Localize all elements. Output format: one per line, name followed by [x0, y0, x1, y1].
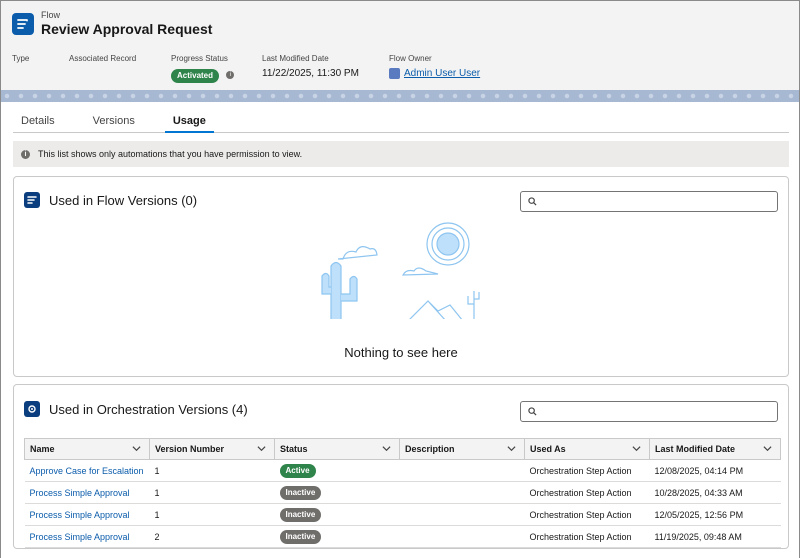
status-badge: Inactive: [279, 529, 322, 544]
empty-state-illustration: [321, 222, 480, 319]
last-modified-value: 11/22/2025, 11:30 PM: [262, 68, 359, 79]
used-as-cell: Orchestration Step Action: [524, 525, 650, 548]
record-header: Flow Review Approval Request Type Associ…: [1, 1, 799, 91]
info-banner: i This list shows only automations that …: [13, 141, 789, 167]
page-title: Review Approval Request: [41, 21, 213, 37]
tab-details[interactable]: Details: [13, 109, 63, 133]
flow-icon: [12, 12, 34, 35]
record-title-block: Flow Review Approval Request: [12, 10, 212, 37]
record-tabs: Details Versions Usage: [13, 109, 789, 133]
flow-owner-field: Flow Owner Admin User User: [389, 53, 509, 83]
orchestration-search-input[interactable]: [542, 406, 762, 417]
object-type-label: Flow: [41, 10, 61, 20]
flow-icon: [24, 192, 40, 208]
description-cell: [399, 525, 525, 548]
table-row: Approve Case for Escalation 1 Active Orc…: [24, 459, 781, 482]
chevron-down-icon[interactable]: [763, 444, 772, 455]
last-modified-label: Last Modified Date: [262, 54, 329, 63]
type-label: Type: [12, 54, 30, 63]
status-badge: Inactive: [279, 485, 322, 500]
flow-versions-search[interactable]: [520, 191, 778, 212]
version-number-cell: 1: [149, 481, 275, 504]
orchestration-versions-header: Used in Orchestration Versions (4): [24, 401, 248, 417]
search-icon: [528, 407, 537, 416]
chevron-down-icon[interactable]: [257, 444, 266, 455]
highlights-panel: Type Associated Record Progress Status A…: [12, 53, 509, 83]
last-modified-cell: 12/05/2025, 12:56 PM: [649, 503, 781, 526]
flow-owner-link[interactable]: Admin User User: [404, 68, 480, 79]
used-as-cell: Orchestration Step Action: [524, 459, 650, 482]
column-header-used-as[interactable]: Used As: [524, 438, 650, 460]
info-icon[interactable]: i: [226, 70, 235, 79]
column-header-description[interactable]: Description: [399, 438, 525, 460]
description-cell: [399, 481, 525, 504]
version-number-cell: 1: [149, 503, 275, 526]
orchestration-versions-card: Used in Orchestration Versions (4) Name …: [13, 384, 789, 549]
description-cell: [399, 503, 525, 526]
orchestration-name-link[interactable]: Approve Case for Escalation: [30, 466, 144, 476]
orchestration-search[interactable]: [520, 401, 778, 422]
progress-status-badge: Activated: [171, 69, 220, 83]
tab-usage[interactable]: Usage: [164, 109, 214, 133]
header-pattern-band: [1, 90, 799, 102]
orchestration-table: Name Version Number Status Description U…: [24, 438, 781, 548]
orchestration-name-link[interactable]: Process Simple Approval: [30, 532, 130, 542]
chevron-down-icon[interactable]: [132, 444, 141, 455]
progress-status-field: Progress Status Activated i: [171, 53, 262, 83]
column-header-name[interactable]: Name: [24, 438, 150, 460]
description-cell: [399, 459, 525, 482]
column-header-last-modified[interactable]: Last Modified Date: [649, 438, 781, 460]
chevron-down-icon[interactable]: [382, 444, 391, 455]
table-row: Process Simple Approval 1 Inactive Orche…: [24, 503, 781, 526]
status-badge: Inactive: [279, 507, 322, 522]
used-as-cell: Orchestration Step Action: [524, 503, 650, 526]
status-badge: Active: [279, 463, 316, 478]
table-row: Process Simple Approval 1 Inactive Orche…: [24, 481, 781, 504]
chevron-down-icon[interactable]: [632, 444, 641, 455]
column-header-version[interactable]: Version Number: [149, 438, 275, 460]
empty-state-message: Nothing to see here: [344, 345, 458, 360]
orchestration-icon: [24, 401, 40, 417]
associated-record-label: Associated Record: [69, 54, 137, 63]
version-number-cell: 1: [149, 459, 275, 482]
orchestration-versions-title: Used in Orchestration Versions (4): [49, 401, 248, 417]
info-banner-text: This list shows only automations that yo…: [38, 149, 303, 159]
flow-owner-label: Flow Owner: [389, 54, 432, 63]
table-header-row: Name Version Number Status Description U…: [24, 438, 781, 460]
last-modified-cell: 11/19/2025, 09:48 AM: [649, 525, 781, 548]
user-avatar-icon: [389, 67, 400, 79]
column-header-status[interactable]: Status: [274, 438, 400, 460]
last-modified-cell: 12/08/2025, 04:14 PM: [649, 459, 781, 482]
version-number-cell: 2: [149, 525, 275, 548]
info-icon: i: [21, 149, 30, 159]
progress-status-label: Progress Status: [171, 54, 228, 63]
orchestration-name-link[interactable]: Process Simple Approval: [30, 488, 130, 498]
type-field: Type: [12, 53, 69, 83]
last-modified-cell: 10/28/2025, 04:33 AM: [649, 481, 781, 504]
last-modified-field: Last Modified Date 11/22/2025, 11:30 PM: [262, 53, 389, 83]
chevron-down-icon[interactable]: [507, 444, 516, 455]
search-icon: [528, 197, 537, 206]
flow-versions-header: Used in Flow Versions (0): [24, 192, 197, 208]
table-row: Process Simple Approval 2 Inactive Orche…: [24, 525, 781, 548]
used-as-cell: Orchestration Step Action: [524, 481, 650, 504]
flow-versions-card: Used in Flow Versions (0) Nothing to see…: [13, 176, 789, 377]
flow-versions-search-input[interactable]: [542, 196, 762, 207]
orchestration-name-link[interactable]: Process Simple Approval: [30, 510, 130, 520]
flow-versions-title: Used in Flow Versions (0): [49, 192, 198, 208]
associated-record-field: Associated Record: [69, 53, 171, 83]
tab-versions[interactable]: Versions: [85, 109, 143, 133]
